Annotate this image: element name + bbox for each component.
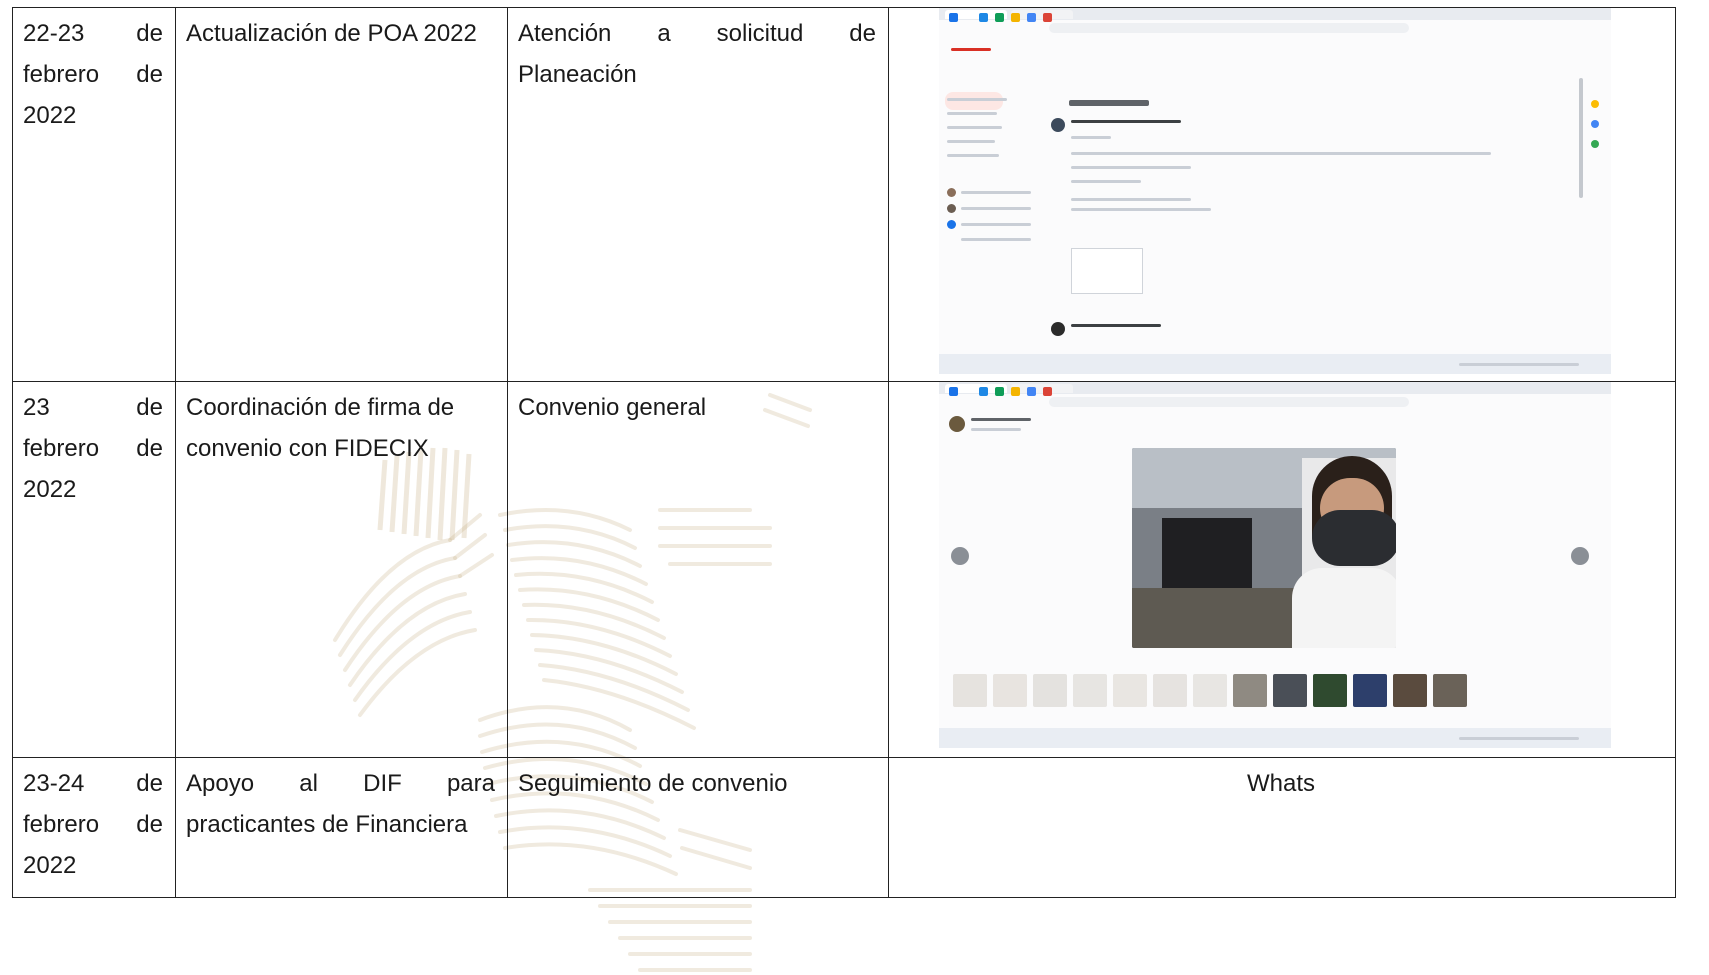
photo-image	[1132, 448, 1396, 648]
evidence-text: Whats	[1246, 770, 1315, 797]
activity-cell: Actualización de POA 2022	[175, 7, 508, 382]
activity-text: Coordinación de firma de convenio con FI…	[186, 394, 455, 462]
date-cell: 22-23 de febrero de 2022	[12, 7, 176, 382]
activity-table: 22-23 de febrero de 2022 Actualización d…	[12, 7, 1676, 898]
date-cell: 23-24 de febrero de 2022	[12, 757, 176, 898]
date-text: 22-23 de febrero de 2022	[23, 20, 163, 129]
table-row: 22-23 de febrero de 2022 Actualización d…	[12, 7, 1676, 382]
table-row: 23 de febrero de 2022 Coordinación de fi…	[12, 381, 1676, 758]
description-cell: Convenio general	[507, 381, 889, 758]
description-text: Atención a solicitud de Planeación	[518, 20, 876, 88]
date-cell: 23 de febrero de 2022	[12, 381, 176, 758]
gmail-screenshot	[939, 8, 1611, 374]
date-text: 23-24 de febrero de 2022	[23, 770, 163, 879]
activity-cell: Coordinación de firma de convenio con FI…	[175, 381, 508, 758]
evidence-cell	[888, 381, 1676, 758]
description-cell: Seguimiento de convenio	[507, 757, 889, 898]
evidence-cell: Whats	[888, 757, 1676, 898]
activity-text: Actualización de POA 2022	[186, 20, 477, 47]
description-text: Convenio general	[518, 394, 707, 421]
activity-text: Apoyo al DIF para practicantes de Financ…	[186, 770, 495, 838]
evidence-cell	[888, 7, 1676, 382]
description-text: Seguimiento de convenio	[518, 770, 788, 797]
photo-viewer-screenshot	[939, 382, 1611, 748]
description-cell: Atención a solicitud de Planeación	[507, 7, 889, 382]
date-text: 23 de febrero de 2022	[23, 394, 163, 503]
table-row: 23-24 de febrero de 2022 Apoyo al DIF pa…	[12, 757, 1676, 898]
activity-cell: Apoyo al DIF para practicantes de Financ…	[175, 757, 508, 898]
